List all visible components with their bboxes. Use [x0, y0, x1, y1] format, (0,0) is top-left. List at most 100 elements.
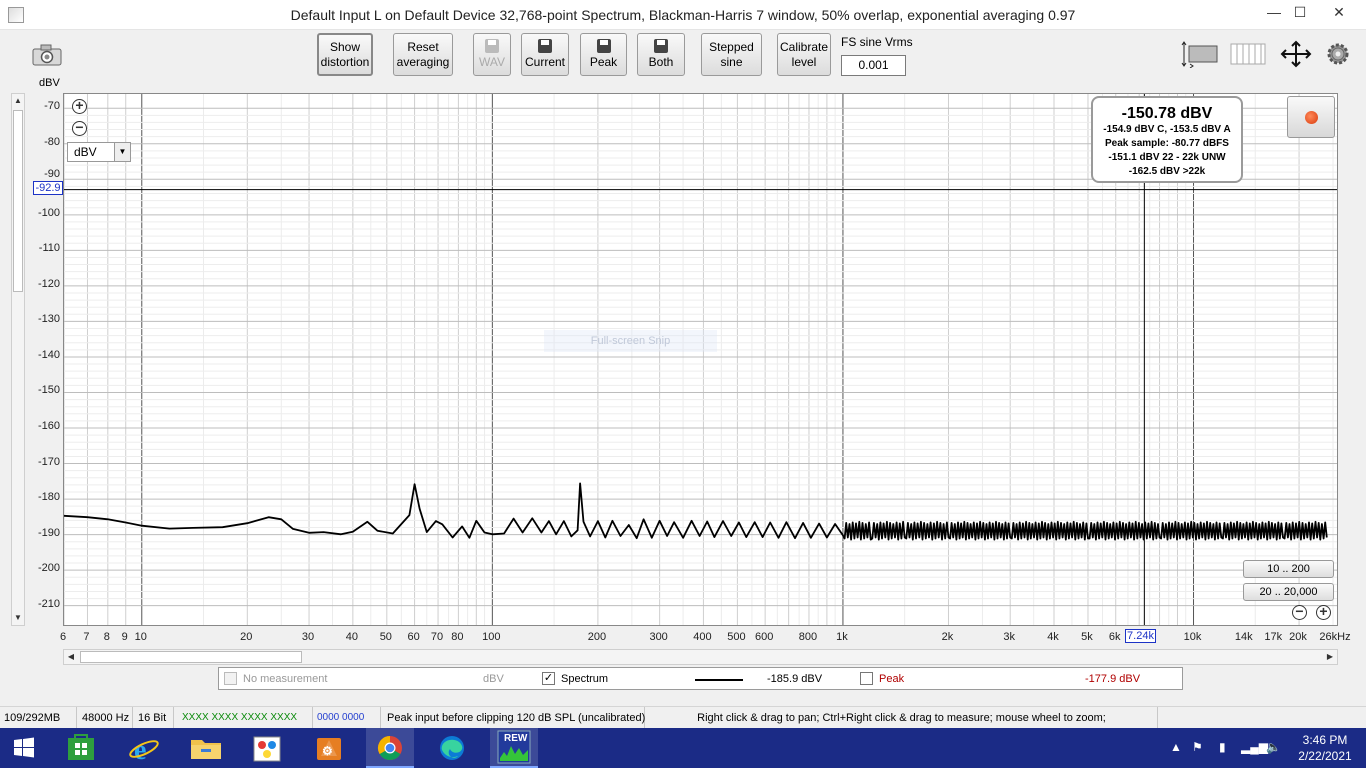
volume-icon[interactable]: 🔈	[1266, 740, 1281, 754]
y-tick-label: -190	[37, 526, 60, 539]
rew-app-icon[interactable]: REW	[490, 728, 538, 768]
status-bar: 109/292MB 48000 Hz 16 Bit XXXX XXXX XXXX…	[0, 706, 1366, 729]
close-button[interactable]: ✕	[1316, 0, 1362, 26]
peak-label: Peak	[879, 673, 905, 685]
sample-rate-status: 48000 Hz	[78, 707, 133, 729]
fs-sine-input[interactable]: 0.001	[841, 55, 906, 76]
columns-icon[interactable]	[1230, 40, 1266, 68]
edge-icon[interactable]	[428, 728, 476, 768]
input-meter-blue: 0000 0000	[313, 707, 381, 729]
readout-line3: -151.1 dBV 22 - 22k UNW	[1108, 152, 1226, 163]
save-disk-icon	[485, 39, 499, 53]
y-tick-label: -200	[37, 562, 60, 575]
save-wav-button[interactable]: WAV	[473, 33, 511, 76]
x-tick-label: 50	[379, 631, 392, 643]
spectrum-plot[interactable]: + − dBV ▼ Full-screen Snip -150.78 dBV -…	[63, 93, 1338, 626]
svg-text:⚙: ⚙	[322, 744, 333, 758]
x-tick-label: 60	[407, 631, 420, 643]
no-measurement-checkbox[interactable]	[224, 672, 237, 685]
no-measurement-label: No measurement	[243, 673, 328, 685]
range-20-20000-button[interactable]: 20 .. 20,000	[1243, 583, 1334, 601]
chrome-icon[interactable]	[366, 728, 414, 768]
x-tick-label: 2k	[941, 631, 954, 643]
taskbar-clock[interactable]: 3:46 PM 2/22/2021	[1290, 732, 1360, 764]
x-tick-label: 1k	[836, 631, 848, 643]
save-current-button[interactable]: Current	[521, 33, 569, 76]
peak-checkbox[interactable]	[860, 672, 873, 685]
spectrum-checkbox[interactable]: ✓	[542, 672, 555, 685]
y-tick-label: -120	[37, 277, 60, 290]
scroll-thumb[interactable]	[13, 110, 23, 292]
x-tick-label: 9	[121, 631, 128, 643]
x-tick-label: 6	[59, 631, 67, 643]
zoom-out-icon[interactable]: −	[72, 120, 87, 136]
spectrum-line-swatch	[695, 679, 743, 681]
flag-icon[interactable]: ⚑	[1192, 740, 1203, 754]
vertical-scrollbar[interactable]: ▲ ▼	[11, 93, 25, 626]
spectrum-label: Spectrum	[561, 673, 609, 685]
zoom-in-icon[interactable]: +	[72, 98, 87, 114]
fs-sine-label: FS sine Vrms	[841, 35, 913, 49]
horizontal-scrollbar[interactable]: ◀ ▶	[63, 649, 1338, 665]
rew-label: REW	[504, 733, 528, 744]
windows-start-icon[interactable]	[0, 728, 48, 768]
x-tick-label: 300	[649, 631, 668, 643]
y-tick-label: -80	[44, 135, 60, 148]
readout-line2: Peak sample: -80.77 dBFS	[1105, 138, 1229, 149]
move-arrows-icon[interactable]	[1279, 40, 1313, 68]
camera-icon[interactable]	[32, 44, 62, 66]
unit-select[interactable]: dBV ▼	[67, 142, 131, 162]
stepped-sine-button[interactable]: Stepped sine	[701, 33, 762, 76]
show-distortion-button[interactable]: Show distortion	[317, 33, 373, 76]
save-disk-icon	[538, 39, 552, 53]
y-tick-label: -140	[37, 348, 60, 361]
store-icon[interactable]	[57, 728, 105, 768]
save-disk-icon	[596, 39, 611, 53]
x-tick-label: 80	[451, 631, 464, 643]
layout-icon[interactable]	[1181, 40, 1219, 69]
network-icon[interactable]: ▂▄▆	[1241, 740, 1268, 754]
paint-icon[interactable]	[243, 728, 291, 768]
x-tick-label: 20k	[1289, 631, 1307, 643]
save-disk-icon	[654, 39, 668, 53]
x-tick-label: 70	[430, 631, 444, 643]
scroll-up-icon[interactable]: ▲	[12, 94, 24, 108]
scroll-right-icon[interactable]: ▶	[1323, 650, 1337, 664]
y-tick-label: -210	[37, 597, 60, 610]
x-tick-label: 30	[301, 631, 315, 643]
save-both-button[interactable]: Both	[637, 33, 685, 76]
save-peak-button[interactable]: Peak	[580, 33, 627, 76]
range-10-200-button[interactable]: 10 .. 200	[1243, 560, 1334, 578]
gear-icon[interactable]	[1325, 40, 1351, 68]
x-cursor-value: 7.24k	[1125, 629, 1156, 643]
x-tick-label: 5k	[1081, 631, 1093, 643]
record-button[interactable]	[1287, 96, 1335, 138]
scroll-left-icon[interactable]: ◀	[64, 650, 78, 664]
zoom-in-x-icon[interactable]: +	[1316, 604, 1331, 620]
snip-overlay: Full-screen Snip	[544, 330, 717, 352]
y-axis-unit: dBV	[39, 77, 60, 89]
level-readout: -150.78 dBV -154.9 dBV C, -153.5 dBV A P…	[1091, 96, 1243, 183]
battery-icon[interactable]: ▮	[1219, 740, 1226, 754]
legend-bar: No measurement dBV ✓ Spectrum -185.9 dBV…	[218, 667, 1183, 690]
tray-chevron-icon[interactable]: ▲	[1170, 740, 1182, 754]
file-explorer-icon[interactable]	[182, 728, 230, 768]
reset-averaging-button[interactable]: Reset averaging	[393, 33, 453, 76]
hscroll-thumb[interactable]	[80, 651, 302, 663]
svg-text:e: e	[134, 735, 146, 766]
spectrum-value: -185.9 dBV	[767, 673, 823, 685]
zoom-out-x-icon[interactable]: −	[1292, 604, 1307, 620]
x-tick-label: 26kHz	[1319, 631, 1351, 643]
x-tick-label: 4k	[1047, 631, 1059, 643]
y-tick-label: -70	[44, 100, 60, 113]
y-tick-label: -100	[37, 206, 60, 219]
y-tick-label: -90	[44, 168, 60, 181]
app-generic-icon[interactable]: ⚙	[305, 728, 353, 768]
calibrate-level-button[interactable]: Calibrate level	[777, 33, 831, 76]
y-tick-label: -130	[37, 313, 60, 326]
x-tick-label: 40	[345, 631, 358, 643]
scroll-down-icon[interactable]: ▼	[12, 611, 24, 625]
x-tick-label: 8	[103, 631, 110, 643]
hint-status: Right click & drag to pan; Ctrl+Right cl…	[646, 707, 1158, 729]
internet-explorer-icon[interactable]: e	[120, 728, 168, 768]
